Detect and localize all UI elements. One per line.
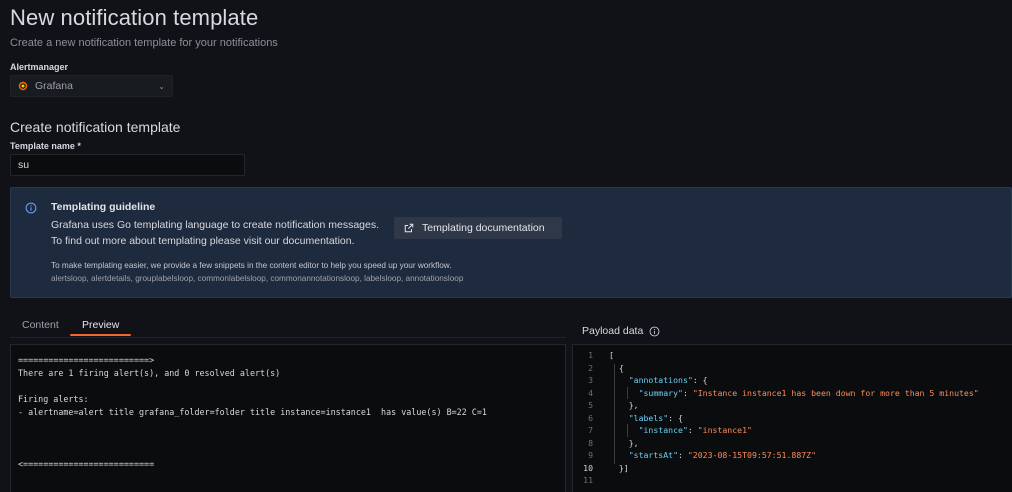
line-number: 7: [588, 425, 593, 435]
payload-data-title: Payload data: [582, 325, 644, 337]
json-punctuation: :: [682, 387, 693, 398]
snippets-intro: To make templating easier, we provide a …: [51, 261, 452, 270]
line-number: 4: [588, 387, 593, 398]
section-title: Create notification template: [10, 119, 181, 135]
code-text: "labels": {: [609, 412, 683, 425]
line-number: 6: [588, 412, 593, 423]
tabs-divider: [10, 337, 566, 338]
preview-panel[interactable]: ==========================> There are 1 …: [10, 344, 566, 492]
external-link-icon: [404, 223, 414, 233]
template-name-input[interactable]: [10, 154, 245, 176]
json-punctuation: }]: [609, 462, 629, 473]
code-line: 6 "labels": {: [573, 412, 1012, 425]
tab-content[interactable]: Content: [22, 319, 59, 337]
code-text: "startsAt": "2023-08-15T09:57:51.887Z": [609, 449, 816, 462]
guideline-text-line1: Grafana uses Go templating language to c…: [51, 219, 380, 231]
json-punctuation: [: [609, 350, 614, 360]
line-number: 11: [583, 475, 593, 485]
code-line: 2 {: [573, 362, 1012, 375]
json-punctuation: [609, 375, 629, 385]
code-text: [: [609, 349, 614, 362]
templating-guideline-alert: Templating guideline Grafana uses Go tem…: [10, 187, 1012, 298]
grafana-logo-icon: [18, 81, 28, 91]
info-circle-icon: [25, 202, 37, 214]
line-number: 2: [588, 362, 593, 373]
alertmanager-selected-value: Grafana: [35, 80, 73, 92]
alertmanager-label: Alertmanager: [10, 62, 69, 72]
snippets-list: alertsloop, alertdetails, grouplabelsloo…: [51, 274, 464, 283]
json-punctuation: {: [609, 362, 624, 373]
active-tab-indicator: [70, 334, 131, 336]
templating-documentation-button[interactable]: Templating documentation: [394, 217, 562, 239]
preview-output: ==========================> There are 1 …: [18, 355, 487, 469]
info-circle-icon[interactable]: [649, 326, 660, 337]
json-key: "labels": [628, 412, 669, 423]
code-line: 3 "annotations": {: [573, 374, 1012, 387]
indent-guide: [627, 386, 628, 399]
json-punctuation: : {: [692, 375, 708, 385]
json-key: "instance": [638, 425, 688, 435]
code-line: 10 }]: [573, 462, 1012, 475]
json-key: "summary": [638, 387, 683, 398]
code-line: 1[: [573, 349, 1012, 362]
templating-documentation-label: Templating documentation: [422, 222, 545, 234]
json-punctuation: [609, 450, 629, 460]
json-punctuation: [609, 413, 629, 423]
code-line: 9 "startsAt": "2023-08-15T09:57:51.887Z": [573, 449, 1012, 462]
line-number: 8: [588, 437, 593, 448]
template-name-label: Template name *: [10, 141, 81, 151]
code-line: 11: [573, 474, 1012, 487]
json-punctuation: :: [687, 425, 698, 435]
code-line: 7 "instance": "instance1": [573, 424, 1012, 437]
code-text: "summary": "Instance instance1 has been …: [609, 387, 979, 400]
json-key: "startsAt": [628, 450, 679, 460]
json-key: "annotations": [628, 375, 693, 385]
json-string: "Instance instance1 has been down for mo…: [692, 387, 979, 398]
code-line: 5 },: [573, 399, 1012, 412]
line-number: 9: [588, 450, 593, 460]
page-title: New notification template: [10, 5, 259, 30]
json-punctuation: :: [678, 450, 688, 460]
alertmanager-select[interactable]: Grafana ⌄: [10, 75, 173, 97]
code-line: 4 "summary": "Instance instance1 has bee…: [573, 387, 1012, 400]
indent-guide: [627, 424, 628, 437]
indent-guide: [614, 363, 615, 464]
payload-data-header: Payload data: [582, 325, 660, 337]
code-text: "instance": "instance1": [609, 424, 752, 437]
line-number: 3: [588, 375, 593, 385]
chevron-down-icon: ⌄: [158, 81, 165, 91]
line-number: 1: [588, 350, 593, 360]
guideline-title: Templating guideline: [51, 201, 156, 213]
payload-editor[interactable]: 1[2 {3 "annotations": {4 "summary": "Ins…: [572, 344, 1012, 492]
line-number: 10: [583, 462, 593, 473]
json-string: "2023-08-15T09:57:51.887Z": [687, 450, 817, 460]
line-number: 5: [588, 400, 593, 410]
code-text: "annotations": {: [609, 374, 708, 387]
page-subtitle: Create a new notification template for y…: [10, 37, 278, 49]
code-text: {: [609, 362, 624, 375]
code-text: }]: [609, 462, 629, 475]
json-string: "instance1": [697, 425, 752, 435]
json-punctuation: : {: [668, 412, 683, 423]
code-line: 8 },: [573, 437, 1012, 450]
guideline-text-line2: To find out more about templating please…: [51, 235, 355, 247]
